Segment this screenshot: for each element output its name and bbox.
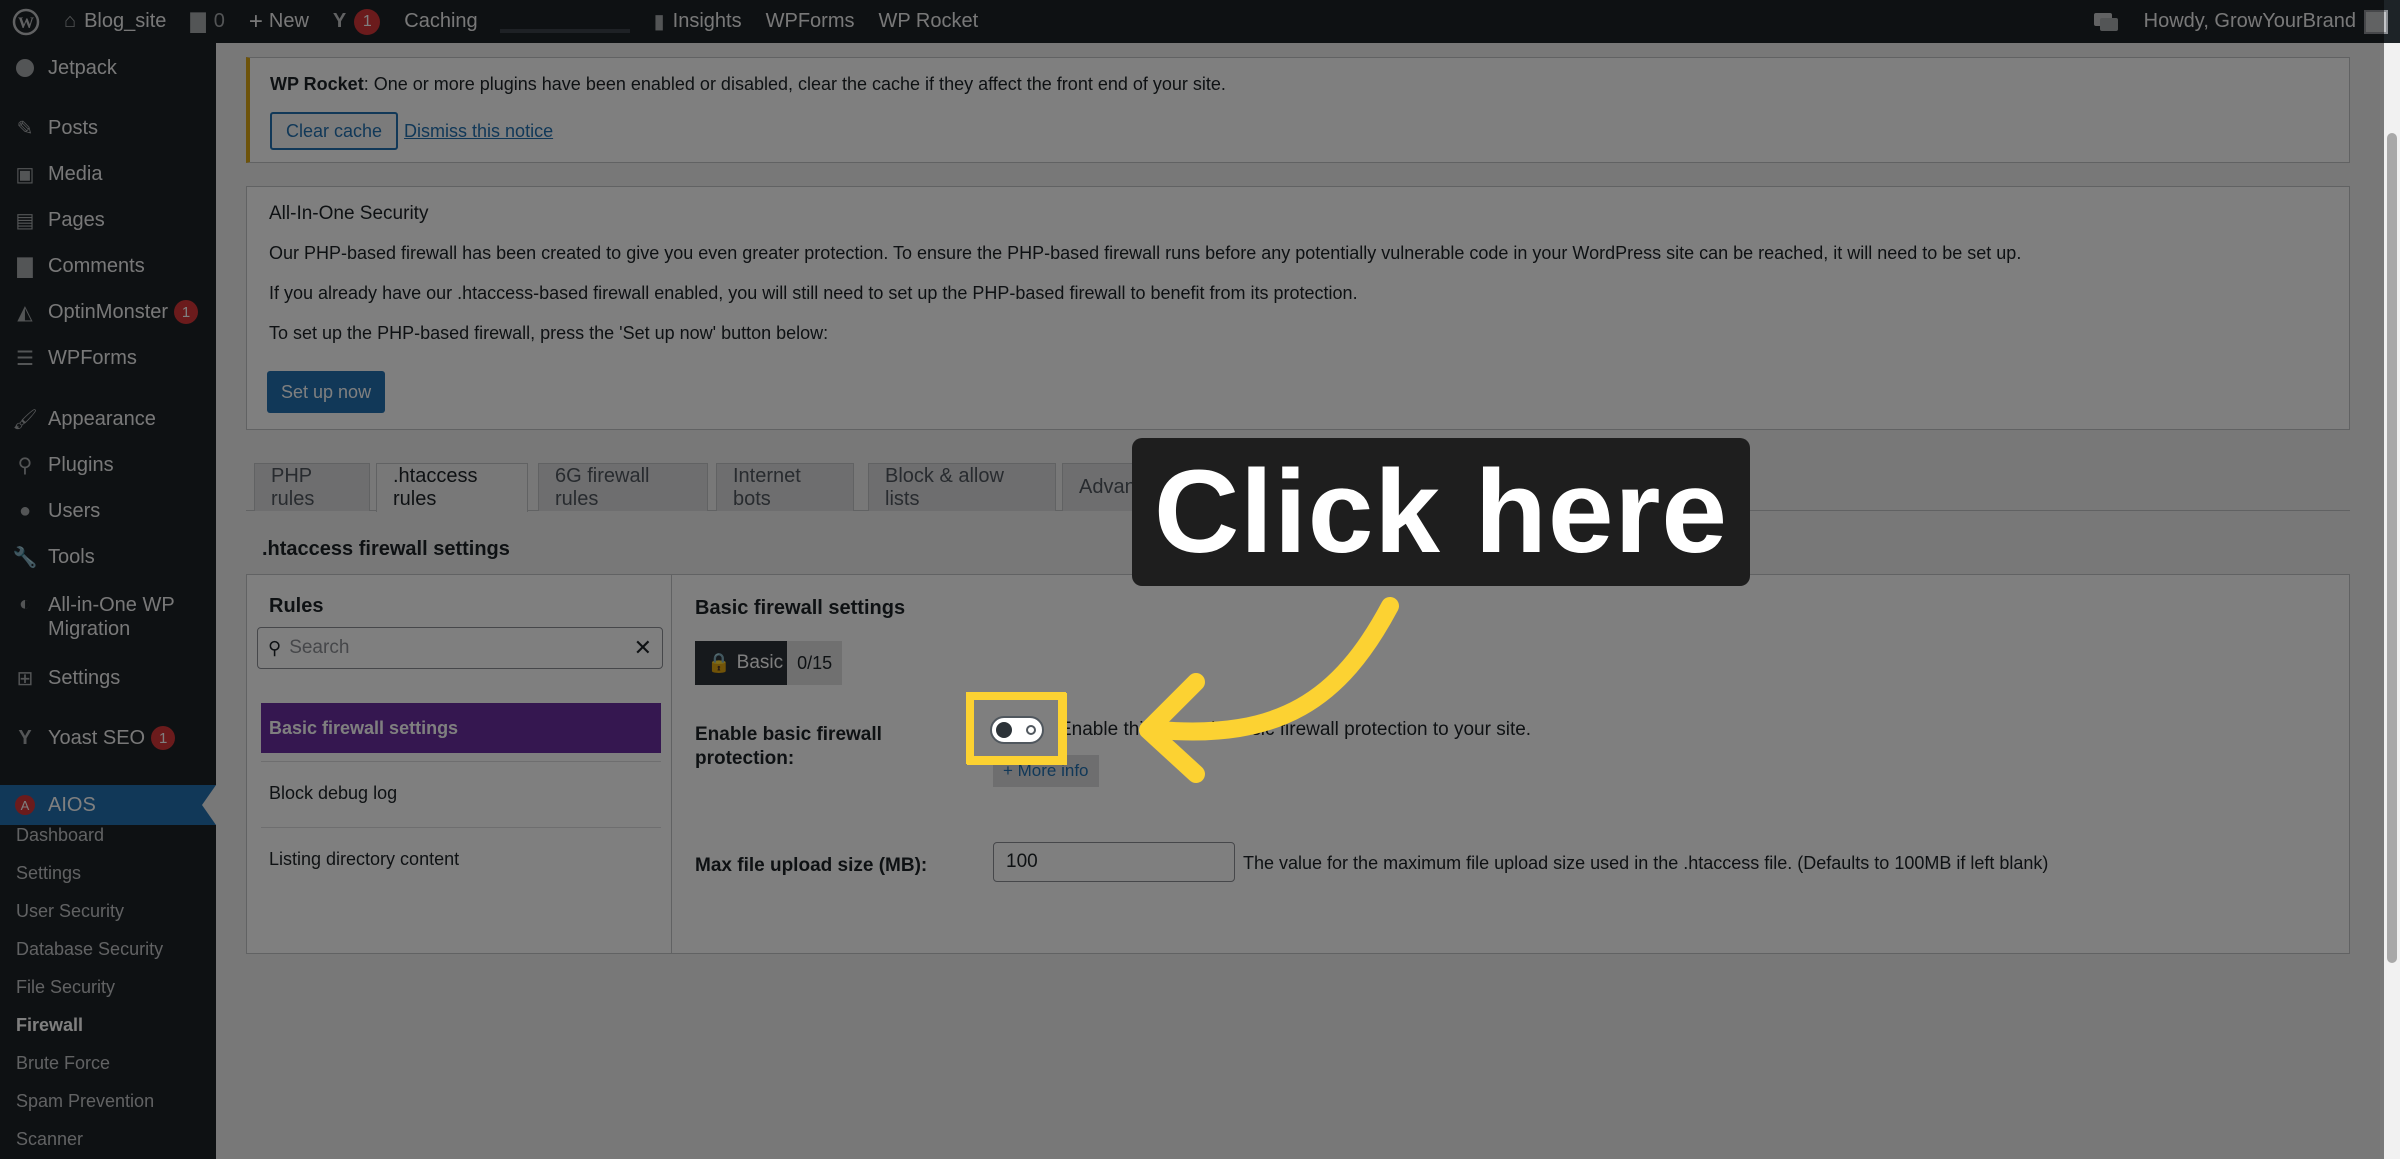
callout-arrow-icon [1139, 597, 1399, 783]
